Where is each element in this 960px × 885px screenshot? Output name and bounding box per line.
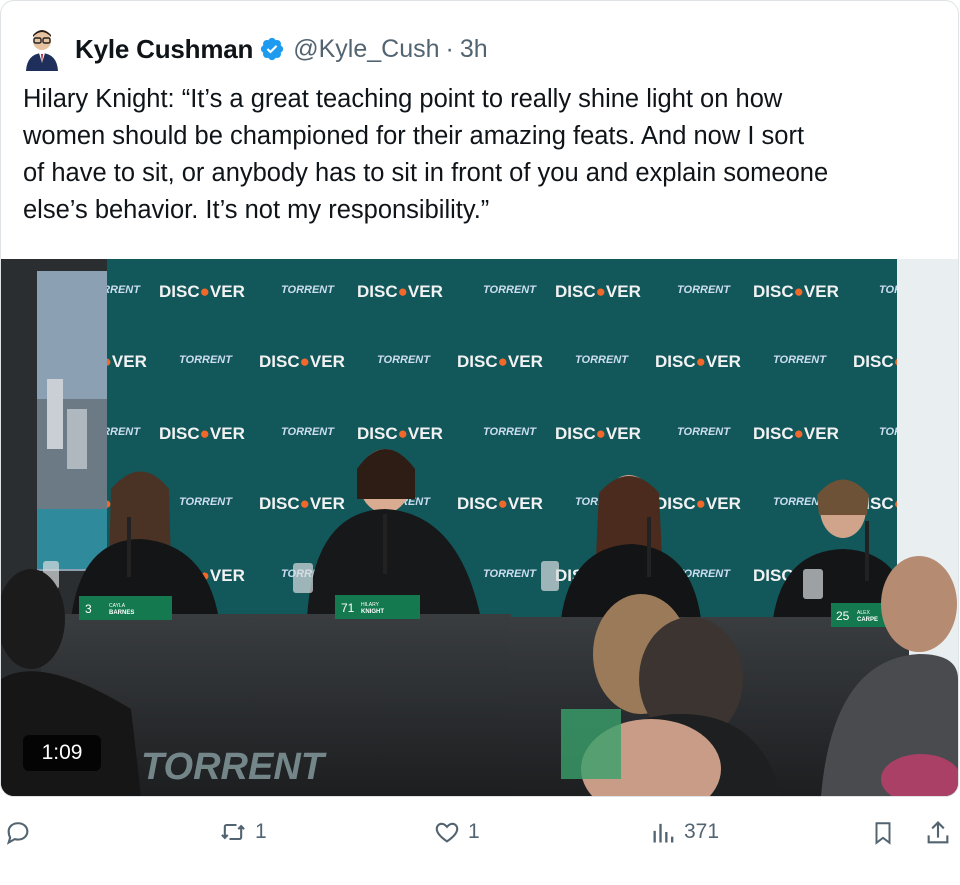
retweet-count: 1 xyxy=(255,820,267,843)
nameplate-barnes: 3 CAYLA BARNES xyxy=(79,596,172,620)
table-logo: TORRENT xyxy=(141,746,327,788)
like-button[interactable]: 1 xyxy=(432,818,480,846)
svg-text:ALEX: ALEX xyxy=(857,610,870,616)
video-duration-badge: 1:09 xyxy=(23,735,101,771)
tweet-text-line: of have to sit, or anybody has to sit in… xyxy=(23,159,829,187)
reply-button[interactable] xyxy=(4,818,38,846)
views-count: 371 xyxy=(684,820,720,843)
timestamp[interactable]: 3h xyxy=(460,35,488,64)
bookmark-icon xyxy=(875,822,891,845)
tweet-card[interactable]: Kyle Cushman @Kyle_Cush · 3h Hilary Knig… xyxy=(0,0,959,797)
verified-badge-icon xyxy=(261,37,284,61)
retweet-button[interactable]: 1 xyxy=(217,818,267,846)
reply-icon xyxy=(6,822,29,845)
svg-text:3: 3 xyxy=(85,602,92,616)
share-icon xyxy=(927,821,949,844)
svg-text:CARPE: CARPE xyxy=(857,617,878,623)
tweet-actions: 1 1 371 xyxy=(0,812,960,862)
dot-separator: · xyxy=(445,34,454,63)
tweet-text-line: Hilary Knight: “It’s a great teaching po… xyxy=(23,85,783,113)
svg-text:TORRENT: TORRENT xyxy=(141,746,327,788)
tweet-header: Kyle Cushman @Kyle_Cush · 3h xyxy=(23,27,488,71)
views-chart-icon xyxy=(653,823,674,843)
video-frame: DISC●VER TORRENT DISC●VER TORRENT TORREN… xyxy=(1,259,958,796)
share-button[interactable] xyxy=(924,818,952,848)
heart-icon xyxy=(435,822,459,843)
svg-text:25: 25 xyxy=(836,609,850,623)
tweet-text-line: else’s behavior. It’s not my responsibil… xyxy=(23,196,490,224)
tweet-text: Hilary Knight: “It’s a great teaching po… xyxy=(23,81,938,229)
avatar[interactable] xyxy=(23,27,61,71)
author-handle[interactable]: @Kyle_Cush xyxy=(293,35,439,64)
like-count: 1 xyxy=(468,820,480,843)
tweet-text-line: women should be championed for their ama… xyxy=(23,122,805,150)
video-player[interactable]: DISC●VER TORRENT DISC●VER TORRENT TORREN… xyxy=(1,259,958,796)
retweet-icon xyxy=(221,823,245,841)
svg-text:KNIGHT: KNIGHT xyxy=(361,609,384,615)
svg-text:HILARY: HILARY xyxy=(361,602,380,608)
svg-text:BARNES: BARNES xyxy=(109,610,134,616)
bookmark-button[interactable] xyxy=(870,818,896,848)
author-name[interactable]: Kyle Cushman xyxy=(75,34,253,65)
views-button[interactable]: 371 xyxy=(650,818,719,846)
svg-text:CAYLA: CAYLA xyxy=(109,603,126,609)
nameplate-knight: 71 HILARY KNIGHT xyxy=(335,595,420,619)
svg-text:71: 71 xyxy=(341,601,355,615)
